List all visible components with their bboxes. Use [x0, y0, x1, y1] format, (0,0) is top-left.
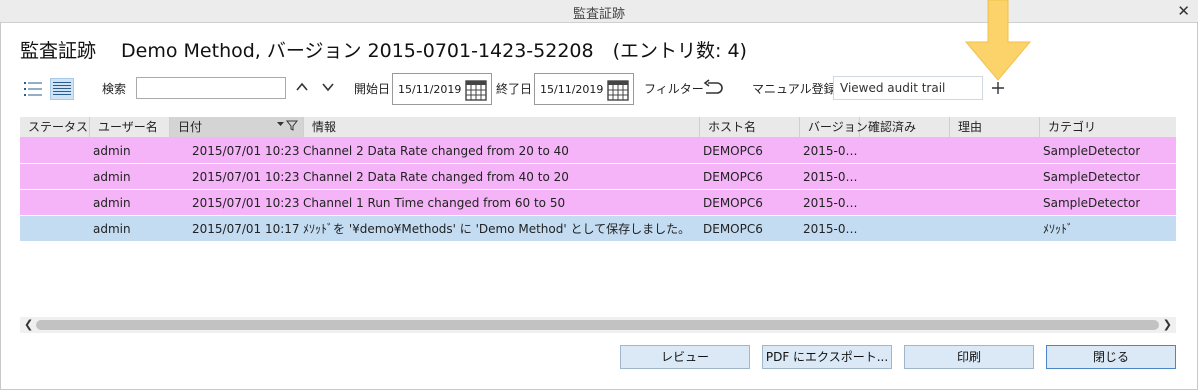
cell-category: SampleDetector: [1043, 144, 1141, 158]
page-title: 監査証跡 Demo Method, バージョン 2015-0701-1423-5…: [20, 40, 747, 62]
filter-label: フィルター: [644, 82, 704, 96]
print-button[interactable]: 印刷: [904, 345, 1034, 369]
reset-filter-icon[interactable]: [702, 79, 724, 100]
cell-version: 2015-0…: [803, 170, 858, 184]
close-icon[interactable]: ✕: [1177, 2, 1190, 20]
cell-info: ﾒｿｯﾄﾞを '¥demo¥Methods' に 'Demo Method' と…: [303, 222, 691, 236]
cell-status: [24, 138, 84, 164]
cell-date: 2015/07/01 10:17: [192, 222, 300, 236]
scroll-right-icon[interactable]: ❯: [1163, 317, 1172, 333]
start-date-label: 開始日: [354, 82, 391, 96]
horizontal-scrollbar[interactable]: ❮ ❯: [20, 317, 1176, 333]
cell-host: DEMOPC6: [703, 196, 763, 210]
column-header-confirmed[interactable]: 確認済み: [860, 117, 950, 137]
column-header-reason[interactable]: 理由: [950, 117, 1040, 137]
cell-user: admin: [93, 170, 131, 184]
cell-category: SampleDetector: [1043, 196, 1141, 210]
search-label: 検索: [102, 82, 127, 96]
cell-version: 2015-0…: [803, 222, 858, 236]
column-header-status[interactable]: ステータス: [20, 117, 90, 137]
manual-entry-input[interactable]: Viewed audit trail: [833, 76, 983, 100]
end-date-label: 終了日: [496, 82, 533, 96]
column-header-version[interactable]: バージョン: [800, 117, 868, 137]
column-header-info[interactable]: 情報: [304, 117, 700, 137]
annotation-arrow-icon: [964, 0, 1032, 81]
cell-category: ﾒｿｯﾄﾞ: [1043, 222, 1074, 236]
scrollbar-thumb[interactable]: [36, 320, 1159, 330]
cell-date: 2015/07/01 10:23: [192, 196, 300, 210]
cell-host: DEMOPC6: [703, 144, 763, 158]
column-header-host[interactable]: ホスト名: [700, 117, 800, 137]
cell-category: SampleDetector: [1043, 170, 1141, 184]
cell-version: 2015-0…: [803, 144, 858, 158]
column-header-user[interactable]: ユーザー名: [90, 117, 170, 137]
column-header-category[interactable]: カテゴリ: [1040, 117, 1176, 137]
cell-host: DEMOPC6: [703, 222, 763, 236]
cell-date: 2015/07/01 10:23: [192, 170, 300, 184]
cell-host: DEMOPC6: [703, 170, 763, 184]
detail-view-button[interactable]: [50, 78, 74, 100]
cell-status: [24, 190, 84, 216]
search-up-icon[interactable]: [295, 80, 309, 97]
cell-user: admin: [93, 222, 131, 236]
cell-status: [24, 216, 84, 242]
column-header-date[interactable]: 日付: [170, 117, 304, 137]
cell-info: Channel 2 Data Rate changed from 20 to 4…: [303, 144, 569, 158]
start-date-value: 15/11/2019: [398, 83, 462, 96]
cell-version: 2015-0…: [803, 196, 858, 210]
end-date-value: 15/11/2019: [540, 83, 604, 96]
cell-user: admin: [93, 144, 131, 158]
sort-filter-icon[interactable]: [277, 117, 299, 137]
table-row[interactable]: admin 2015/07/01 10:23 Channel 1 Run Tim…: [20, 190, 1176, 216]
table-header: ステータス ユーザー名 日付 情報 ホスト名 バージョン 確認済み 理由 カテゴ…: [20, 117, 1176, 138]
scroll-left-icon[interactable]: ❮: [24, 317, 33, 333]
table-row[interactable]: admin 2015/07/01 10:23 Channel 2 Data Ra…: [20, 138, 1176, 164]
list-icon: [24, 82, 42, 96]
end-date-picker[interactable]: 15/11/2019: [534, 73, 634, 105]
close-button[interactable]: 閉じる: [1046, 345, 1176, 369]
calendar-icon[interactable]: [465, 79, 487, 101]
cell-date: 2015/07/01 10:23: [192, 144, 300, 158]
cell-info: Channel 1 Run Time changed from 60 to 50: [303, 196, 566, 210]
column-header-date-label: 日付: [178, 120, 203, 134]
cell-status: [24, 164, 84, 190]
detail-list-icon: [53, 82, 71, 95]
table-row-selected[interactable]: admin 2015/07/01 10:17 ﾒｿｯﾄﾞを '¥demo¥Met…: [20, 216, 1176, 242]
manual-entry-label: マニュアル登録: [752, 82, 836, 96]
search-input[interactable]: [136, 77, 286, 99]
table-row[interactable]: admin 2015/07/01 10:23 Channel 2 Data Ra…: [20, 164, 1176, 190]
list-view-button[interactable]: [21, 78, 45, 100]
cell-info: Channel 2 Data Rate changed from 40 to 2…: [303, 170, 569, 184]
calendar-icon[interactable]: [607, 79, 629, 101]
cell-user: admin: [93, 196, 131, 210]
review-button[interactable]: レビュー: [620, 345, 750, 369]
start-date-picker[interactable]: 15/11/2019: [392, 73, 492, 105]
search-down-icon[interactable]: [321, 80, 335, 97]
export-pdf-button[interactable]: PDF にエクスポート...: [762, 345, 892, 369]
add-entry-icon[interactable]: [990, 80, 1006, 99]
audit-trail-table: ステータス ユーザー名 日付 情報 ホスト名 バージョン 確認済み 理由 カテゴ…: [20, 117, 1176, 317]
